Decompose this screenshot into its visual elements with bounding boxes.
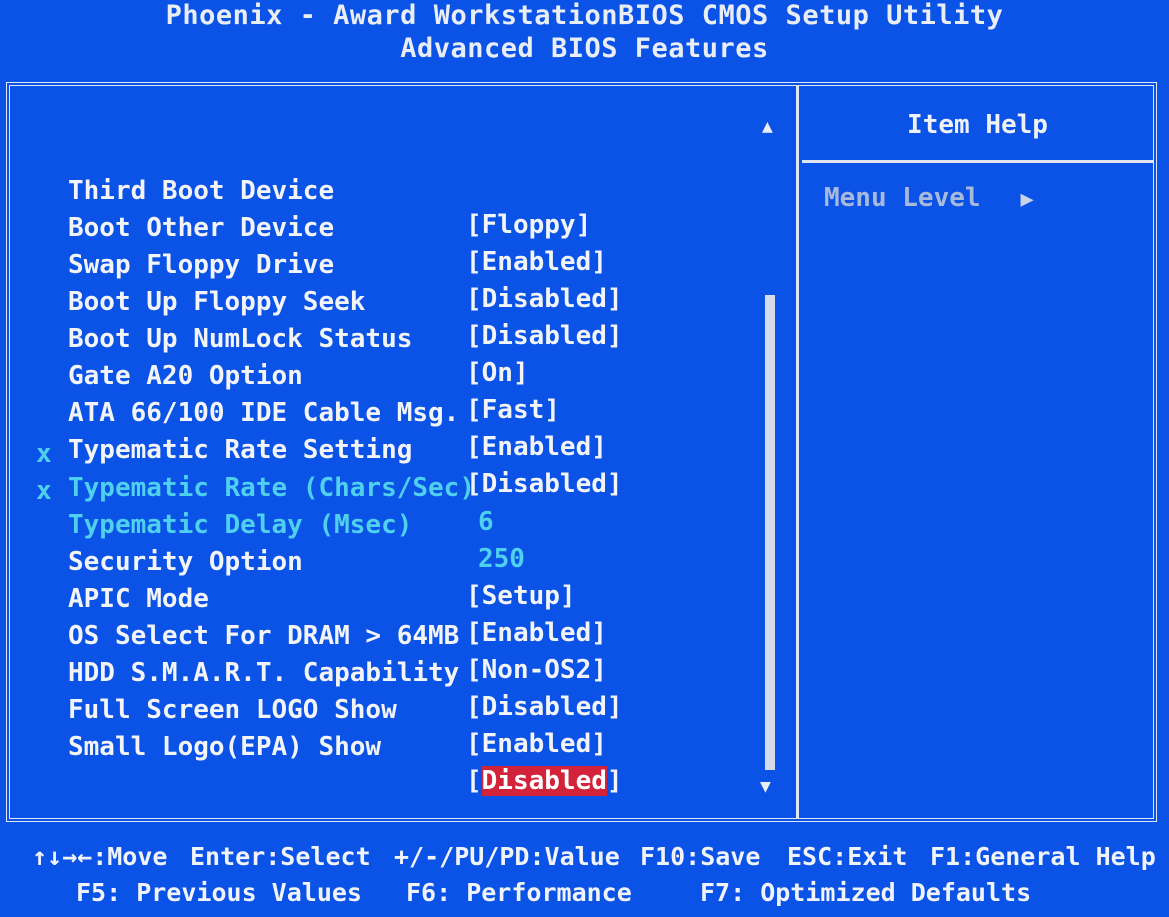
menu-level: Menu Level ▶ bbox=[824, 183, 1034, 213]
scrollbar-thumb[interactable] bbox=[765, 295, 775, 770]
key-hint-move: ↑↓→←:Move bbox=[32, 842, 168, 871]
triangle-right-icon: ▶ bbox=[1020, 187, 1034, 212]
menu-level-label: Menu Level bbox=[824, 183, 981, 213]
page-title: Advanced BIOS Features bbox=[400, 33, 769, 64]
setting-gate-a20-option[interactable]: Gate A20 Option [Fast] bbox=[0, 291, 790, 425]
key-hint-previous-values: F5: Previous Values bbox=[76, 878, 362, 907]
key-hint-select: Enter:Select bbox=[190, 842, 371, 871]
key-hint-performance: F6: Performance bbox=[406, 878, 632, 907]
key-hint-save: F10:Save bbox=[640, 842, 761, 871]
setting-typematic-delay: x Typematic Delay (Msec) 250 bbox=[0, 440, 790, 574]
setting-swap-floppy-drive[interactable]: Swap Floppy Drive [Disabled] bbox=[0, 180, 790, 314]
setting-hdd-smart-capability[interactable]: HDD S.M.A.R.T. Capability [Disabled] bbox=[0, 588, 790, 722]
key-hint-optimized-defaults: F7: Optimized Defaults bbox=[700, 878, 1032, 907]
key-hint-exit: ESC:Exit bbox=[787, 842, 908, 871]
setting-os-select-dram[interactable]: OS Select For DRAM > 64MB [Non-OS2] bbox=[0, 551, 790, 685]
footer-keys: ↑↓→←:Move Enter:Select +/-/PU/PD:Value F… bbox=[0, 830, 1169, 917]
setting-ata-cable-msg[interactable]: ATA 66/100 IDE Cable Msg. [Enabled] bbox=[0, 328, 790, 462]
setting-third-boot-device[interactable]: Third Boot Device [Floppy] bbox=[0, 106, 790, 240]
key-hint-value: +/-/PU/PD:Value bbox=[394, 842, 620, 871]
help-divider bbox=[802, 160, 1153, 163]
setting-security-option[interactable]: Security Option [Setup] bbox=[0, 477, 790, 611]
setting-value[interactable]: [Enabled] bbox=[466, 727, 607, 761]
setting-apic-mode[interactable]: APIC Mode [Enabled] bbox=[0, 514, 790, 648]
window-title: Phoenix - Award WorkstationBIOS CMOS Set… bbox=[165, 0, 1004, 31]
bracket-close: ] bbox=[606, 766, 623, 796]
bracket-open: [ bbox=[466, 766, 482, 796]
selected-setting-value[interactable]: [Disabled] bbox=[466, 764, 623, 798]
setting-small-logo-epa-show[interactable]: Small Logo(EPA) Show [Disabled] bbox=[0, 662, 790, 796]
panel-divider bbox=[796, 86, 799, 818]
setting-boot-up-numlock-status[interactable]: Boot Up NumLock Status [On] bbox=[0, 254, 790, 388]
setting-boot-up-floppy-seek[interactable]: Boot Up Floppy Seek [Disabled] bbox=[0, 217, 790, 351]
scroll-down-arrow-icon[interactable]: ▼ bbox=[760, 776, 771, 797]
setting-typematic-rate: x Typematic Rate (Chars/Sec) 6 bbox=[0, 403, 790, 537]
setting-full-screen-logo-show[interactable]: Full Screen LOGO Show [Enabled] bbox=[0, 625, 790, 759]
item-help-title: Item Help bbox=[907, 110, 1048, 140]
scroll-up-arrow-icon[interactable]: ▲ bbox=[762, 116, 773, 137]
selection-highlight[interactable]: Disabled bbox=[481, 766, 607, 796]
setting-label: Full Screen LOGO Show bbox=[68, 695, 397, 725]
key-hint-help: F1:General Help bbox=[930, 842, 1156, 871]
setting-label: Small Logo(EPA) Show bbox=[68, 732, 382, 762]
setting-boot-other-device[interactable]: Boot Other Device [Enabled] bbox=[0, 143, 790, 277]
setting-typematic-rate-setting[interactable]: Typematic Rate Setting [Disabled] bbox=[0, 365, 790, 499]
